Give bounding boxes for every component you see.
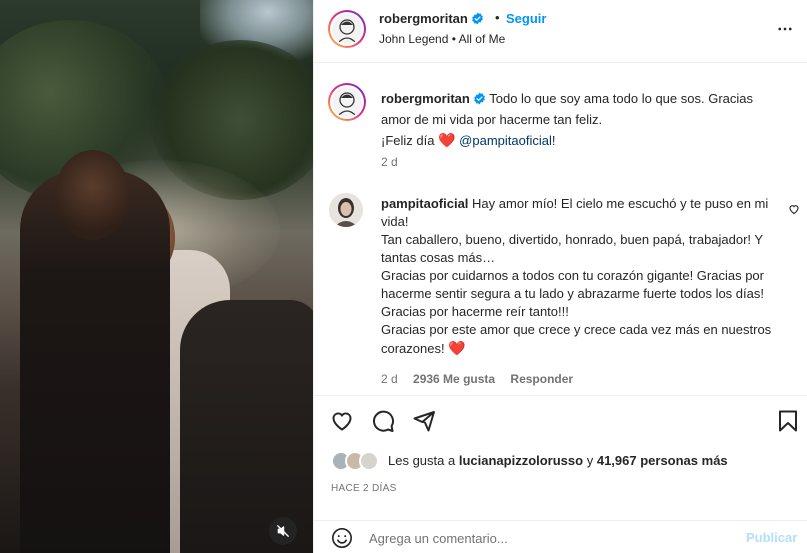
comment-likes-count[interactable]: 2936 Me gusta xyxy=(413,372,495,386)
avatar-sketch-icon xyxy=(337,92,357,117)
add-comment-bar: Publicar xyxy=(314,520,807,553)
post-panel: robergmoritan • Seguir John Legend • All… xyxy=(313,0,807,553)
avatar-photo-icon xyxy=(329,193,363,227)
post-comment-button[interactable]: Publicar xyxy=(746,530,797,545)
comment-icon[interactable] xyxy=(371,409,395,433)
comment-body: Tan caballero, bueno, divertido, honrado… xyxy=(381,232,763,265)
likes-prefix: Les gusta a xyxy=(388,453,456,468)
video-figure xyxy=(180,300,313,553)
author-avatar[interactable] xyxy=(328,10,366,48)
caption-username[interactable]: robergmoritan xyxy=(381,91,486,106)
comment-text: pampitaoficial Hay amor mío! El cielo me… xyxy=(381,195,776,358)
comment-timestamp[interactable]: 2 d xyxy=(381,372,398,386)
follow-button[interactable]: Seguir xyxy=(506,11,546,26)
commenter-avatar[interactable] xyxy=(329,193,363,227)
likes-text: Les gusta a lucianapizzolorusso y 41,967… xyxy=(388,453,728,468)
speaker-muted-icon xyxy=(277,525,289,537)
comment-meta: 2 d 2936 Me gusta Responder xyxy=(381,372,585,386)
comment-like-icon[interactable] xyxy=(788,203,800,215)
verified-badge-icon xyxy=(473,92,485,105)
caption-avatar[interactable] xyxy=(328,83,366,121)
audio-label[interactable]: John Legend • All of Me xyxy=(379,32,505,46)
caption-body: ¡Feliz día xyxy=(381,133,435,148)
liker-avatar[interactable] xyxy=(359,451,379,471)
likes-count-link[interactable]: 41,967 personas más xyxy=(597,453,728,468)
post-actions: Les gusta a lucianapizzolorusso y 41,967… xyxy=(314,395,807,553)
comment-body: Gracias por cuidarnos a todos con tu cor… xyxy=(381,268,764,319)
post-video[interactable] xyxy=(0,0,313,553)
comment-body: Gracias por este amor que crece y crece … xyxy=(381,322,772,356)
heart-emoji: ❤️ xyxy=(438,132,456,148)
post-date[interactable]: HACE 2 DÍAS xyxy=(331,483,397,494)
avatar-sketch-icon xyxy=(337,19,357,44)
caption-text: robergmoritan Todo lo que soy ama todo l… xyxy=(381,88,781,151)
mute-button[interactable] xyxy=(269,517,297,545)
heart-icon[interactable] xyxy=(330,409,354,433)
mention-link[interactable]: @pampitaoficial xyxy=(459,133,552,148)
reply-button[interactable]: Responder xyxy=(510,372,573,386)
post-header: robergmoritan • Seguir John Legend • All… xyxy=(314,0,807,63)
author-username[interactable]: robergmoritan xyxy=(379,11,484,26)
emoji-icon[interactable] xyxy=(331,527,353,549)
share-icon[interactable] xyxy=(412,409,436,433)
caption-body: ! xyxy=(551,133,556,148)
bookmark-icon[interactable] xyxy=(777,409,799,433)
video-figure xyxy=(55,150,130,240)
more-horizontal-icon[interactable] xyxy=(776,20,794,38)
heart-emoji: ❤️ xyxy=(448,340,466,356)
verified-badge-icon xyxy=(471,12,483,25)
separator-dot: • xyxy=(495,10,500,25)
caption-timestamp[interactable]: 2 d xyxy=(381,155,398,169)
comment-input[interactable] xyxy=(369,526,729,550)
likes-summary: Les gusta a lucianapizzolorusso y 41,967… xyxy=(331,449,801,473)
liker-username[interactable]: lucianapizzolorusso xyxy=(459,453,583,468)
comment-username[interactable]: pampitaoficial xyxy=(381,196,468,211)
likes-middle: y xyxy=(586,453,594,468)
